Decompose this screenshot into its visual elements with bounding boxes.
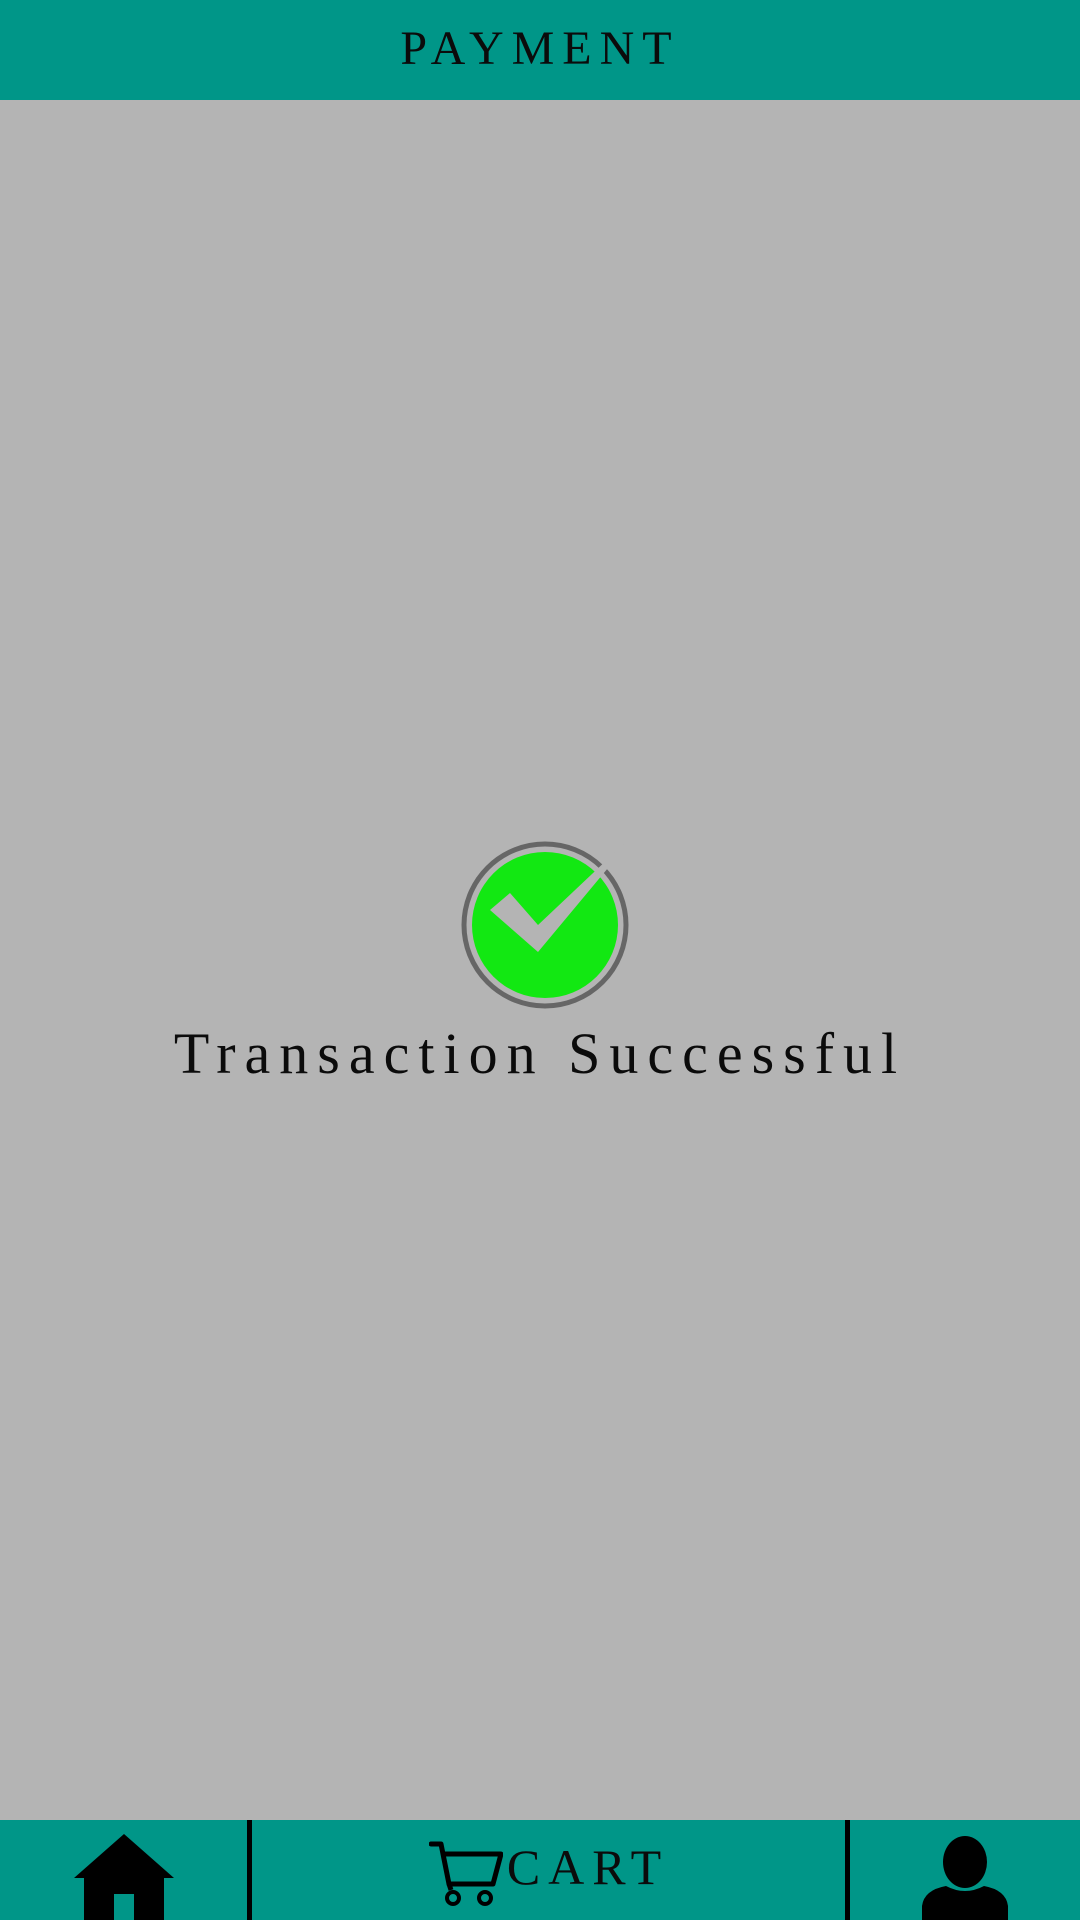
page-title: PAYMENT [400, 21, 680, 75]
user-icon [920, 1834, 1010, 1920]
nav-profile-button[interactable] [850, 1820, 1080, 1920]
main-content: Transaction Successful [0, 100, 1080, 1820]
check-circle-icon [460, 840, 630, 1010]
cart-icon [428, 1840, 503, 1906]
transaction-status-message: Transaction Successful [173, 1021, 907, 1086]
nav-cart-button[interactable]: CART [252, 1820, 846, 1920]
home-icon [72, 1830, 176, 1920]
nav-home-button[interactable] [0, 1820, 248, 1920]
cart-label: CART [506, 1839, 670, 1895]
bottom-navigation-bar: CART [0, 1820, 1080, 1920]
top-app-bar: PAYMENT [0, 0, 1080, 100]
